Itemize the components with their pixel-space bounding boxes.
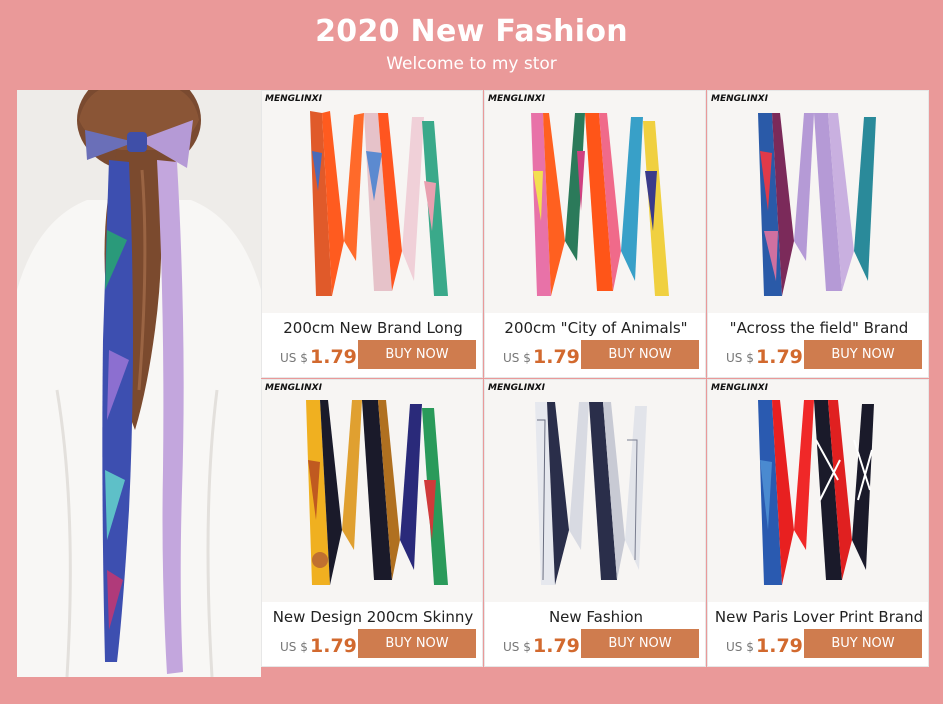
brand-logo-text: MENGLINXI [265, 383, 322, 393]
brand-logo-text: MENGLINXI [711, 383, 768, 393]
product-price: 1.79 [756, 635, 803, 657]
buy-now-button[interactable]: BUY NOW [581, 340, 699, 369]
product-image[interactable]: MENGLINXI [262, 91, 482, 313]
product-image[interactable]: MENGLINXI [485, 380, 705, 602]
currency-label: US $ [280, 640, 308, 654]
page-title: 2020 New Fashion [315, 14, 628, 49]
scarf-image [485, 91, 705, 313]
product-name[interactable]: New Fashion [485, 608, 705, 626]
product-name[interactable]: 200cm "City of Animals" [485, 319, 705, 337]
scarf-image [708, 380, 928, 602]
buy-now-button[interactable]: BUY NOW [581, 629, 699, 658]
brand-logo-text: MENGLINXI [265, 94, 322, 104]
product-card[interactable]: MENGLINXI New Design 200cm Skinny US $ 1… [261, 379, 483, 667]
model-photo[interactable] [17, 90, 261, 677]
currency-label: US $ [503, 351, 531, 365]
product-name[interactable]: New Paris Lover Print Brand [708, 608, 928, 626]
product-price: 1.79 [310, 635, 357, 657]
product-name[interactable]: "Across the field" Brand [708, 319, 928, 337]
banner-header: 2020 New Fashion Welcome to my stor [0, 0, 943, 88]
product-image[interactable]: MENGLINXI [708, 380, 928, 602]
scarf-image [262, 380, 482, 602]
product-price: 1.79 [310, 346, 357, 368]
currency-label: US $ [503, 640, 531, 654]
buy-now-button[interactable]: BUY NOW [358, 629, 476, 658]
product-name[interactable]: 200cm New Brand Long [262, 319, 482, 337]
scarf-image [708, 91, 928, 313]
currency-label: US $ [280, 351, 308, 365]
product-image[interactable]: MENGLINXI [485, 91, 705, 313]
buy-now-button[interactable]: BUY NOW [804, 340, 922, 369]
product-grid: MENGLINXI 200cm New Brand Long US $ 1.79… [261, 90, 930, 677]
model-hair-scarf-image [17, 90, 261, 677]
currency-label: US $ [726, 640, 754, 654]
currency-label: US $ [726, 351, 754, 365]
scarf-image [485, 380, 705, 602]
buy-now-button[interactable]: BUY NOW [804, 629, 922, 658]
product-card[interactable]: MENGLINXI New Fashion US $ 1.79 BUY NOW [484, 379, 706, 667]
product-price: 1.79 [533, 635, 580, 657]
product-card[interactable]: MENGLINXI 200cm "City of Animals" US $ 1… [484, 90, 706, 378]
product-name[interactable]: New Design 200cm Skinny [262, 608, 482, 626]
product-price: 1.79 [756, 346, 803, 368]
product-card[interactable]: MENGLINXI 200cm New Brand Long US $ 1.79… [261, 90, 483, 378]
product-price: 1.79 [533, 346, 580, 368]
scarf-image [262, 91, 482, 313]
brand-logo-text: MENGLINXI [488, 383, 545, 393]
product-image[interactable]: MENGLINXI [262, 380, 482, 602]
product-card[interactable]: MENGLINXI "Across the field" Brand US $ … [707, 90, 929, 378]
product-card[interactable]: MENGLINXI New Paris Lover Print Brand US… [707, 379, 929, 667]
brand-logo-text: MENGLINXI [488, 94, 545, 104]
product-image[interactable]: MENGLINXI [708, 91, 928, 313]
buy-now-button[interactable]: BUY NOW [358, 340, 476, 369]
brand-logo-text: MENGLINXI [711, 94, 768, 104]
page-subtitle: Welcome to my stor [386, 54, 557, 74]
